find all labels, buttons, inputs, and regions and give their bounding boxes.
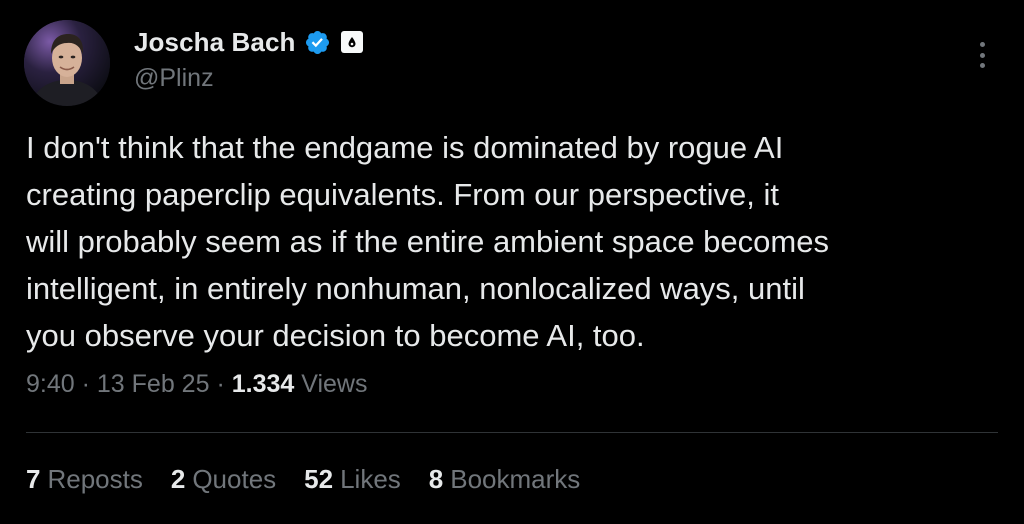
author-name-row: Joscha Bach [134,26,363,58]
tweet-text-line: you observe your decision to become AI, … [26,318,645,353]
dot [979,42,985,47]
stat-count: 7 [26,464,41,494]
stat-label: Quotes [192,464,277,494]
tweet-meta: 9:40 · 13 Feb 25 · 1.334 Views [26,370,368,399]
views-label: Views [301,370,368,398]
tweet-detail: Joscha Bach @Plinz I don't think that th… [0,0,1024,524]
tweet-date[interactable]: 13 Feb 25 [97,370,210,398]
stat-likes[interactable]: 52 Likes [304,464,401,495]
tweet-text: I don't think that the endgame is domina… [26,124,1001,359]
stat-count: 8 [428,464,444,494]
engagement-stats: 7 Reposts 2 Quotes 52 Likes 8 Bookmarks [26,464,580,495]
avatar[interactable] [24,20,110,106]
tweet-text-line: creating paperclip equivalents. From our… [26,177,779,212]
tweet-time[interactable]: 9:40 [26,370,75,398]
stat-reposts[interactable]: 7 Reposts [26,464,143,495]
stat-label: Reposts [47,464,143,494]
avatar-photo [24,20,110,106]
stat-label: Bookmarks [450,464,581,494]
tweet-text-line: intelligent, in entirely nonhuman, nonlo… [26,271,805,306]
dot [979,52,985,58]
tweet-text-line: will probably seem as if the entire ambi… [26,224,829,259]
meta-separator: · [81,370,90,398]
drop-icon [348,37,356,48]
more-options-icon[interactable] [972,40,992,70]
tweet-text-line: I don't think that the endgame is domina… [26,130,784,165]
author-name[interactable]: Joscha Bach [134,27,296,58]
stat-label: Likes [340,464,401,494]
verified-badge-icon [305,30,329,54]
dot [979,63,985,68]
divider [26,432,998,433]
stat-count: 2 [170,464,186,494]
meta-separator: · [216,370,225,398]
author-handle[interactable]: @Plinz [134,64,214,93]
stat-quotes[interactable]: 2 Quotes [171,464,276,495]
stat-count: 52 [304,464,334,494]
stat-bookmarks[interactable]: 8 Bookmarks [429,464,581,495]
views-count: 1.334 [231,370,295,398]
affiliate-badge-icon[interactable] [340,31,363,53]
